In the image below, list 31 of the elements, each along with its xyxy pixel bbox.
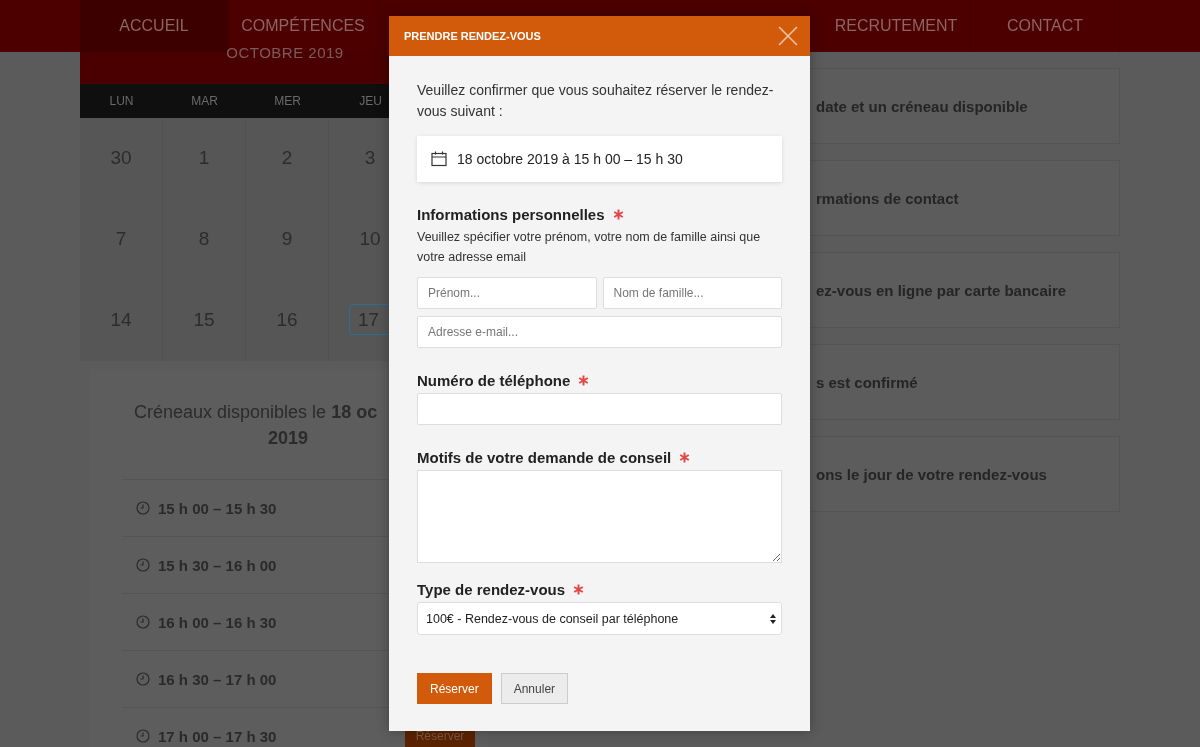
appointment-text: 18 octobre 2019 à 15 h 00 – 15 h 30 [457, 151, 683, 167]
close-button[interactable] [778, 26, 798, 46]
nav-link[interactable]: RECRUTEMENT [822, 0, 971, 52]
field-label: Type de rendez-vous [417, 581, 566, 598]
field-label: Motifs de votre demande de conseil [417, 449, 672, 466]
clock-icon [136, 729, 150, 743]
calendar-icon [431, 151, 447, 167]
reserve-button[interactable]: Réserver [417, 673, 492, 704]
intro-text: Veuillez confirmer que vous souhaitez réserver le rendez-vous suivant : [417, 81, 775, 121]
clock-icon [136, 501, 150, 515]
weekday-label: LUN [108, 93, 135, 110]
close-icon [778, 26, 798, 46]
text-area[interactable] [417, 470, 782, 563]
hint-text: Veuillez spécifier votre prénom, votre nom de famille ainsi que votre adresse email [417, 229, 762, 266]
clock-icon [136, 672, 150, 686]
field-label: Informations personnelles [417, 206, 605, 223]
input-field[interactable]: Prénom... [417, 277, 597, 309]
clock-icon [136, 615, 150, 629]
cancel-button[interactable]: Annuler [500, 673, 569, 704]
weekday-label: MAR [190, 93, 219, 110]
clock-icon [136, 558, 150, 572]
input-field[interactable] [417, 393, 782, 425]
field-label: Numéro de téléphone [417, 372, 571, 389]
updown-icon [770, 613, 776, 624]
weekday-label: JEU [358, 93, 383, 110]
input-field[interactable]: Nom de famille... [602, 277, 782, 309]
dialog-title: PRENDRE RENDEZ-VOUS [404, 30, 541, 42]
nav-link[interactable]: CONTACT [971, 0, 1120, 52]
select-field[interactable]: 100€ - Rendez-vous de conseil par téléphone [417, 602, 782, 635]
weekday-label: MER [273, 93, 302, 110]
input-field[interactable]: Adresse e-mail... [417, 316, 782, 348]
